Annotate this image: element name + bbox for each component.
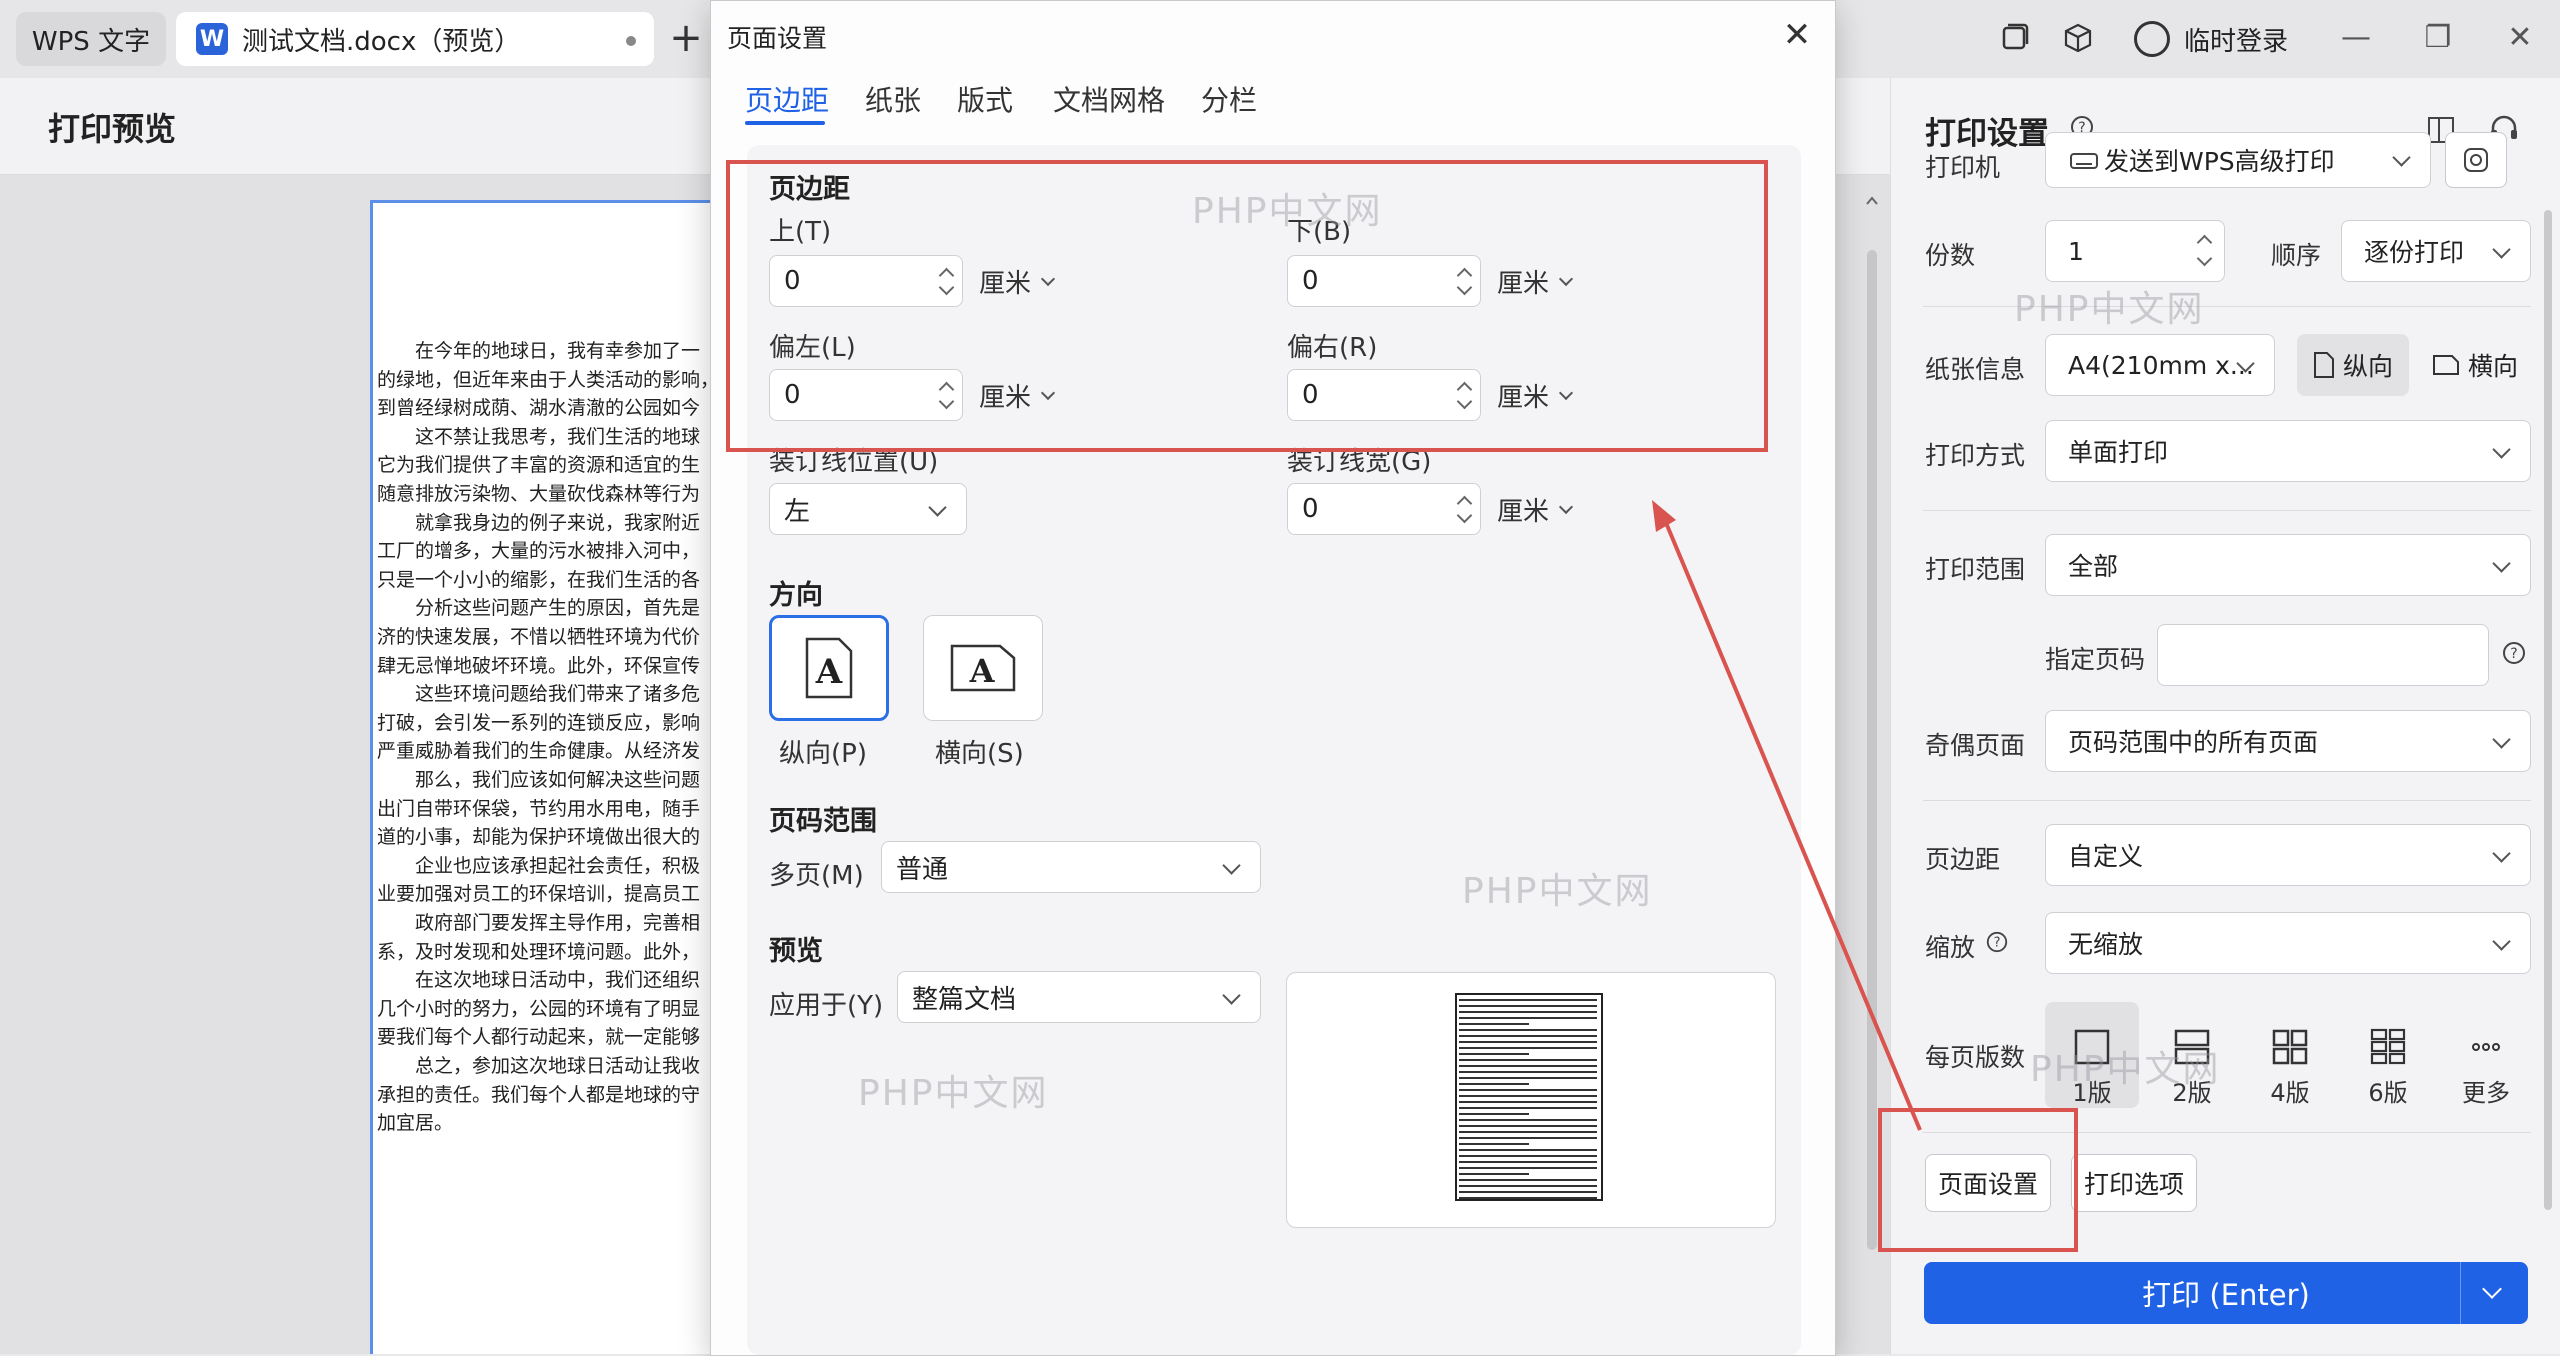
annotation-arrow — [1652, 500, 1922, 1131]
